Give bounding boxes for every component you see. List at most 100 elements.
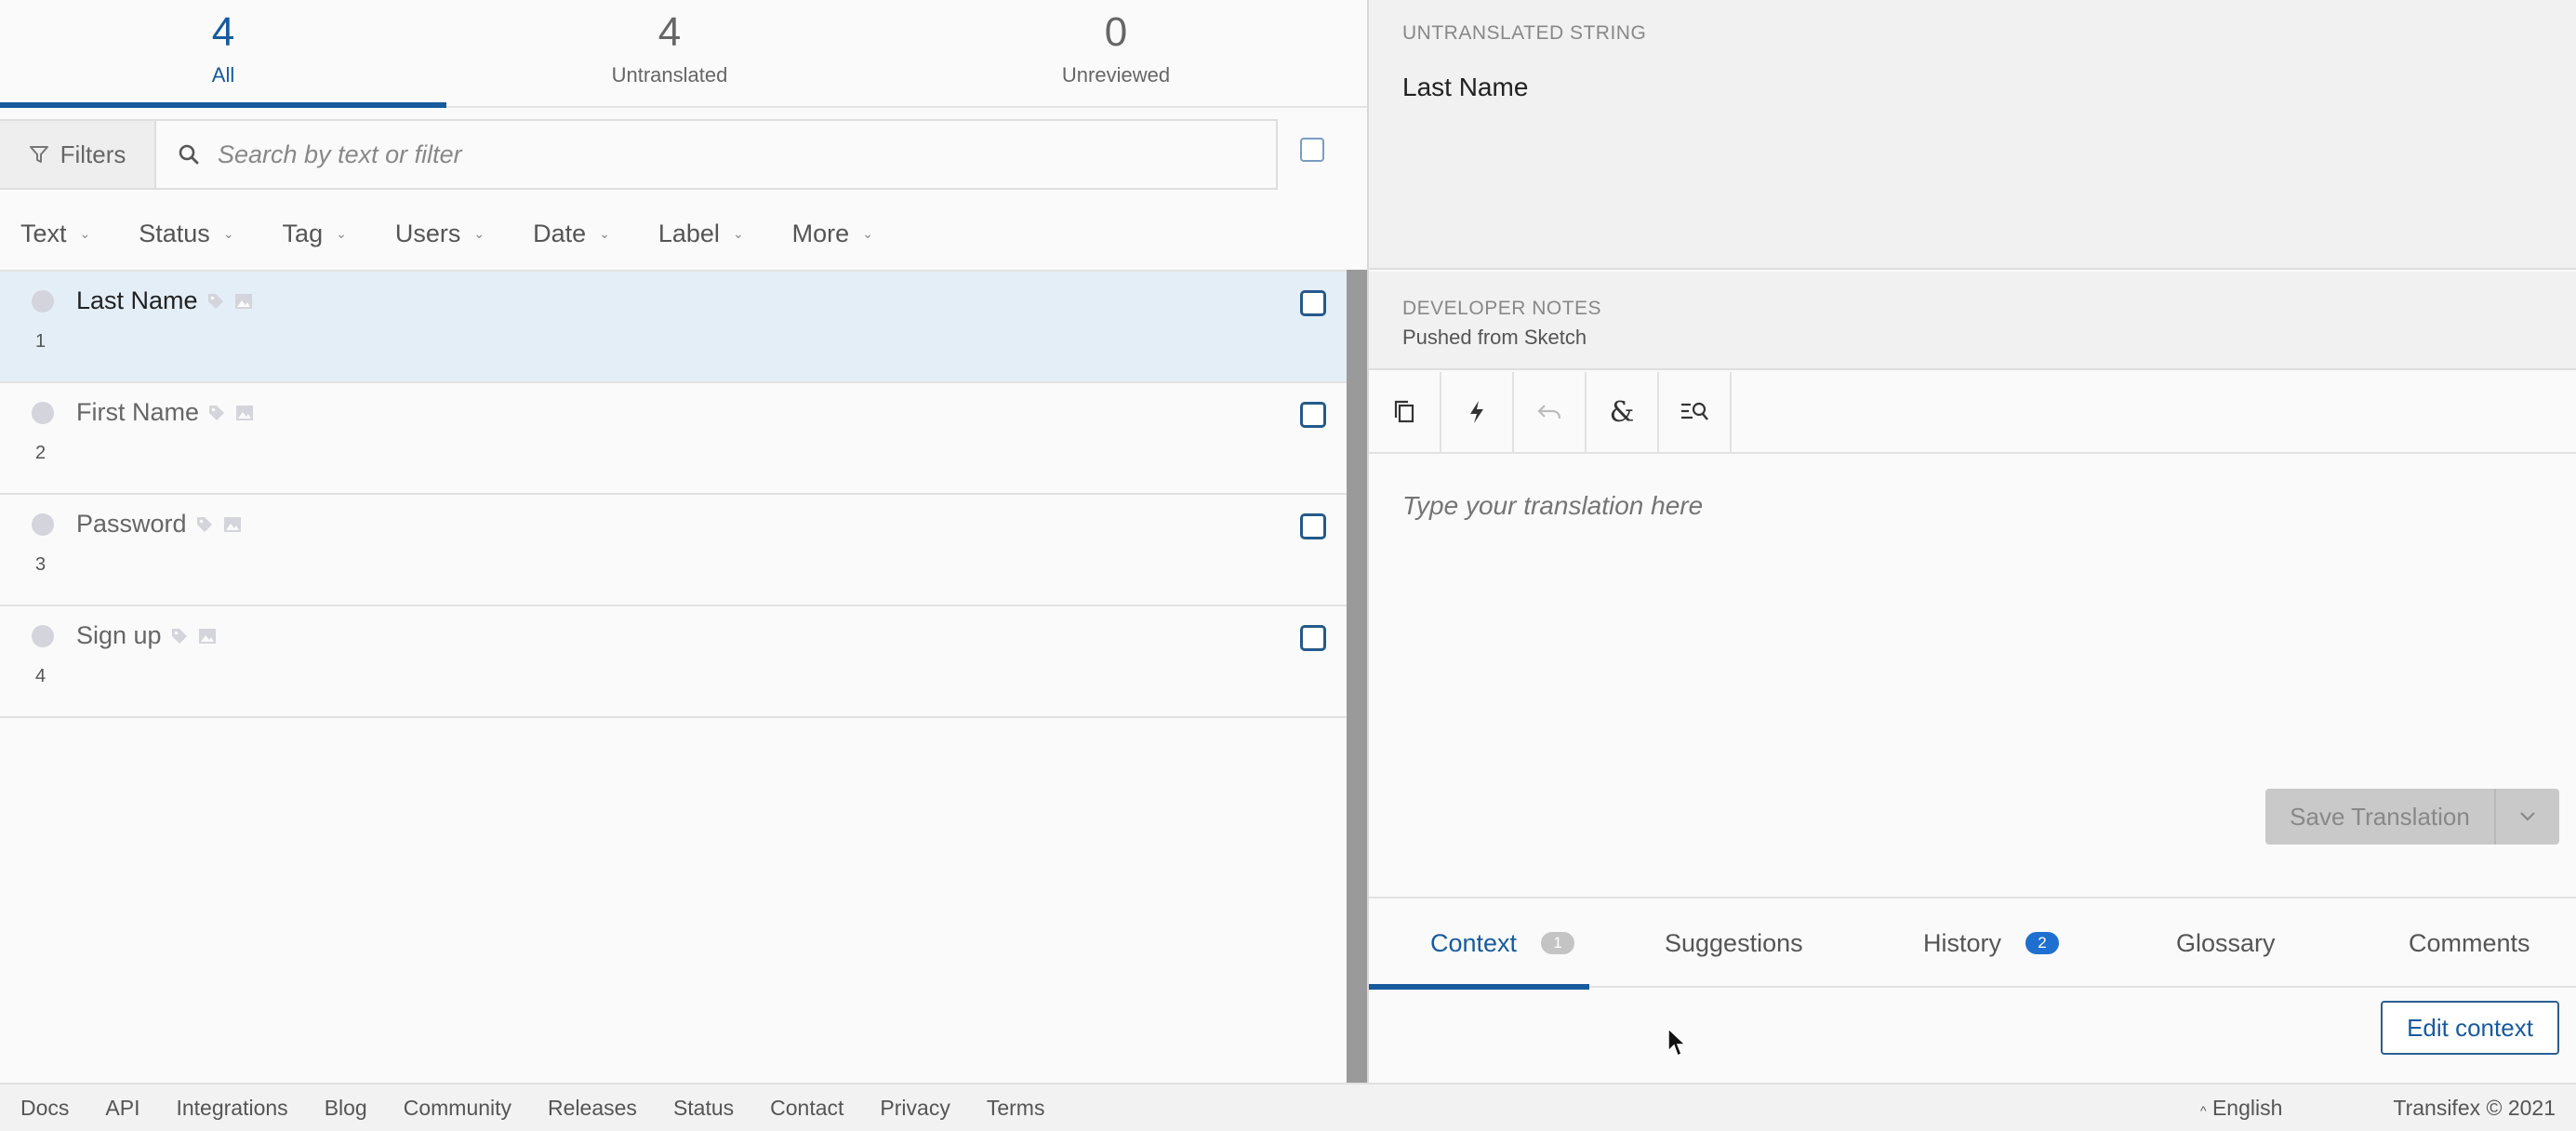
search-concordance-icon <box>1681 402 1708 420</box>
tab-glossary-label: Glossary <box>2176 928 2276 957</box>
footer-link-blog[interactable]: Blog <box>325 1096 367 1121</box>
special-characters-icon: & <box>1609 395 1635 429</box>
tab-glossary[interactable]: Glossary <box>2176 898 2276 988</box>
facet-label[interactable]: Label ⌄ <box>658 220 744 248</box>
auto-translate-button[interactable] <box>1441 372 1514 452</box>
row-checkbox[interactable] <box>1300 625 1326 651</box>
tab-untranslated[interactable]: 4 Untranslated <box>446 0 893 106</box>
chevron-down-icon <box>2520 812 2535 821</box>
chevron-down-icon: ⌄ <box>222 225 234 241</box>
footer-link-docs[interactable]: Docs <box>20 1096 69 1121</box>
string-row-title: Sign up <box>76 621 218 650</box>
undo-icon <box>1537 405 1561 419</box>
footer-link-privacy[interactable]: Privacy <box>880 1096 949 1121</box>
string-text: Last Name <box>76 286 198 314</box>
footer-link-integrations[interactable]: Integrations <box>176 1096 287 1121</box>
filters-button-label: Filters <box>60 140 126 168</box>
translation-editor-panel: UNTRANSLATED STRING Last Name DEVELOPER … <box>1367 0 2576 1083</box>
string-row[interactable]: Last Name 1 <box>0 272 1347 383</box>
select-all-checkbox[interactable] <box>1300 138 1324 162</box>
filter-icon <box>29 146 48 163</box>
search-field <box>156 121 1276 188</box>
search-icon <box>179 144 199 165</box>
developer-notes-box: DEVELOPER NOTES Pushed from Sketch <box>1369 272 2576 370</box>
panel-scrollbar[interactable] <box>1347 270 1367 1083</box>
string-list-panel: 4 All 4 Untranslated 0 Unreviewed Filter… <box>0 0 1367 1083</box>
facet-date-label: Date <box>533 219 587 247</box>
facet-users[interactable]: Users ⌄ <box>395 220 485 248</box>
history-count-badge: 2 <box>2025 932 2060 954</box>
bottom-tabs: Context 1 Suggestions History 2 Glossary… <box>1368 897 2576 990</box>
footer-link-contact[interactable]: Contact <box>770 1096 843 1121</box>
save-options-button[interactable] <box>2496 789 2559 845</box>
search-concordance-button[interactable] <box>1659 372 1732 452</box>
edit-context-button[interactable]: Edit context <box>2381 1001 2559 1055</box>
tab-all-count: 4 <box>211 9 235 55</box>
chevron-down-icon: ⌄ <box>336 225 347 241</box>
tag-icon <box>209 405 225 420</box>
filters-button[interactable]: Filters <box>0 121 156 188</box>
facet-more[interactable]: More ⌄ <box>792 220 873 248</box>
editor-toolbar: & <box>1369 372 2576 454</box>
language-selector[interactable]: ^ English <box>2200 1096 2282 1121</box>
tab-history[interactable]: History 2 <box>1923 898 2060 988</box>
status-dot <box>32 290 54 313</box>
chevron-down-icon: ⌄ <box>599 225 610 241</box>
facet-filters: Text ⌄ Status ⌄ Tag ⌄ Users ⌄ Date ⌄ Label ⌄ M… <box>0 199 1367 268</box>
string-text: Sign up <box>76 621 162 649</box>
row-checkbox[interactable] <box>1300 290 1326 316</box>
facet-label-label: Label <box>657 219 720 247</box>
chevron-down-icon: ⌄ <box>862 225 873 241</box>
string-row-title: Password <box>76 510 243 539</box>
string-row-title: Last Name <box>76 286 254 315</box>
facet-status-label: Status <box>139 219 210 247</box>
string-index: 1 <box>35 331 46 352</box>
footer-link-status[interactable]: Status <box>673 1096 734 1121</box>
tag-icon <box>196 516 212 532</box>
footer-link-api[interactable]: API <box>105 1096 139 1121</box>
facet-date[interactable]: Date ⌄ <box>533 220 610 248</box>
search-bar: Filters <box>0 119 1278 190</box>
string-index: 4 <box>35 666 46 686</box>
auto-translate-icon <box>1470 401 1483 423</box>
tab-history-label: History <box>1923 928 2002 957</box>
footer-link-community[interactable]: Community <box>404 1096 511 1121</box>
source-text: Last Name <box>1402 73 1529 101</box>
image-icon <box>223 516 241 532</box>
special-characters-button[interactable]: & <box>1587 372 1659 452</box>
copyright: Transifex © 2021 <box>2393 1096 2556 1120</box>
row-checkbox[interactable] <box>1300 402 1326 428</box>
source-string-box: UNTRANSLATED STRING Last Name <box>1369 0 2576 270</box>
mouse-cursor-icon <box>1667 1027 1687 1058</box>
string-row[interactable]: Password 3 <box>0 495 1347 606</box>
search-input[interactable] <box>218 140 1241 169</box>
facet-status[interactable]: Status ⌄ <box>139 220 233 248</box>
translation-input[interactable] <box>1402 491 2537 521</box>
undo-button[interactable] <box>1514 372 1587 452</box>
string-index: 2 <box>35 443 46 463</box>
summary-tabs: 4 All 4 Untranslated 0 Unreviewed <box>0 0 1367 108</box>
tab-comments-label: Comments <box>2409 928 2530 957</box>
tab-suggestions[interactable]: Suggestions <box>1665 898 1803 988</box>
tab-unreviewed-label: Unreviewed <box>1061 63 1171 86</box>
row-checkbox[interactable] <box>1300 513 1326 539</box>
string-row-title: First Name <box>76 398 255 427</box>
context-count-badge: 1 <box>1541 932 1575 954</box>
tag-icon <box>171 628 187 644</box>
footer: Docs API Integrations Blog Community Rel… <box>0 1083 2576 1131</box>
facet-tag[interactable]: Tag ⌄ <box>283 220 347 248</box>
string-row[interactable]: Sign up 4 <box>0 606 1347 718</box>
copy-source-button[interactable] <box>1369 372 1441 452</box>
image-icon <box>198 628 216 644</box>
tab-unreviewed[interactable]: 0 Unreviewed <box>893 0 1339 106</box>
footer-link-terms[interactable]: Terms <box>987 1096 1045 1121</box>
language-label: English <box>2211 1096 2283 1120</box>
save-translation-button[interactable]: Save Translation <box>2265 789 2496 845</box>
facet-text[interactable]: Text ⌄ <box>20 220 90 248</box>
tab-comments[interactable]: Comments <box>2409 898 2530 988</box>
tab-context[interactable]: Context 1 <box>1368 898 1590 990</box>
string-row[interactable]: First Name 2 <box>0 383 1347 495</box>
tab-all[interactable]: 4 All <box>0 0 446 108</box>
footer-link-releases[interactable]: Releases <box>548 1096 637 1121</box>
facet-text-label: Text <box>20 219 67 247</box>
